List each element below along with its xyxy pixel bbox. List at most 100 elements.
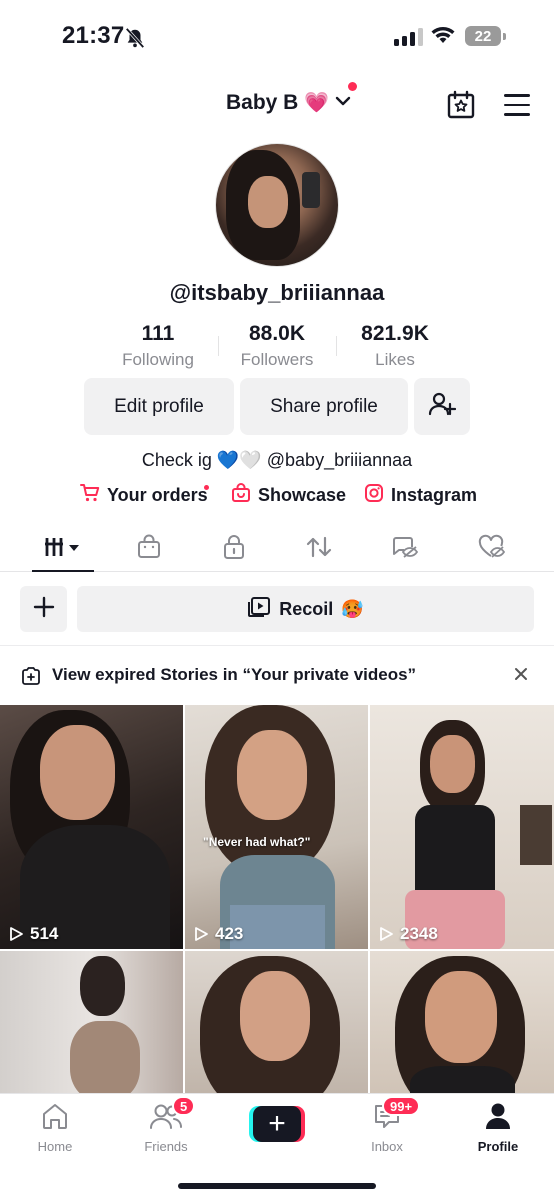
wifi-icon xyxy=(430,25,456,50)
video-grid: 514 "Never had what?" 423 2348 xyxy=(0,705,554,1095)
showcase-link[interactable]: Showcase xyxy=(231,483,346,508)
your-orders-link[interactable]: Your orders xyxy=(80,483,208,508)
home-icon xyxy=(40,1102,70,1135)
plus-icon: + xyxy=(253,1106,301,1142)
quick-actions-row: Recoil 🥵 xyxy=(0,586,554,632)
status-time: 21:37 xyxy=(62,22,125,49)
stat-label: Following xyxy=(122,350,194,369)
shop-bag-icon xyxy=(136,534,162,565)
playlist-icon xyxy=(247,596,271,623)
stat-likes[interactable]: 821.9K Likes xyxy=(340,322,450,370)
stat-value: 821.9K xyxy=(361,322,429,345)
account-name: Baby B xyxy=(226,90,299,114)
view-count: 423 xyxy=(193,924,243,944)
nav-home-label: Home xyxy=(37,1139,73,1154)
top-nav: Baby B 💗 xyxy=(0,78,554,130)
bell-off-icon xyxy=(124,27,146,54)
profile-actions: Edit profile Share profile xyxy=(0,378,554,435)
nav-home[interactable]: Home xyxy=(10,1102,100,1154)
orders-notification-dot xyxy=(204,485,209,490)
menu-icon[interactable] xyxy=(504,94,530,116)
battery-indicator: 22 xyxy=(465,26,501,46)
nav-profile-label: Profile xyxy=(477,1139,519,1154)
avatar[interactable] xyxy=(215,143,339,267)
video-thumbnail[interactable]: 514 xyxy=(0,705,183,949)
liked-heart-off-icon xyxy=(477,534,506,565)
profile-icon xyxy=(483,1102,513,1135)
add-user-icon xyxy=(428,390,457,424)
video-thumbnail[interactable] xyxy=(185,951,368,1095)
showcase-label: Showcase xyxy=(258,485,347,505)
tab-private[interactable] xyxy=(211,528,257,571)
share-profile-button[interactable]: Share profile xyxy=(240,378,408,435)
profile-links: Your orders Showcase Instagram xyxy=(0,483,554,509)
view-count-value: 514 xyxy=(30,924,59,943)
cellular-signal-icon xyxy=(394,26,423,46)
nav-friends[interactable]: Friends xyxy=(121,1102,211,1154)
close-icon[interactable] xyxy=(514,664,528,687)
recoil-label: Recoil xyxy=(279,598,334,619)
account-emoji: 💗 xyxy=(304,92,330,114)
tab-reposts[interactable] xyxy=(296,528,342,571)
tab-shop[interactable] xyxy=(126,528,172,571)
view-count: 514 xyxy=(8,924,58,944)
battery-tip xyxy=(503,33,506,40)
profile-bio: Check ig 💙🤍 @baby_briiiannaa xyxy=(0,450,554,471)
nav-friends-label: Friends xyxy=(144,1139,188,1154)
view-count: 2348 xyxy=(378,924,438,944)
add-button[interactable] xyxy=(20,586,67,632)
tab-liked[interactable] xyxy=(468,528,514,571)
status-bar: 21:37 22 xyxy=(0,0,554,70)
video-thumbnail[interactable]: "Never had what?" 423 xyxy=(185,705,368,949)
tab-tagged[interactable] xyxy=(381,528,427,571)
battery-level: 22 xyxy=(474,27,492,45)
stat-value: 111 xyxy=(141,322,175,345)
chevron-down-icon xyxy=(335,94,351,112)
plus-icon xyxy=(33,596,55,623)
your-orders-label: Your orders xyxy=(107,485,208,505)
video-thumbnail[interactable] xyxy=(0,951,183,1095)
white-heart-emoji: 🤍 xyxy=(239,450,262,471)
instagram-icon xyxy=(364,483,384,508)
bio-text: Check ig xyxy=(141,450,212,470)
hot-face-emoji: 🥵 xyxy=(341,598,364,619)
lock-icon xyxy=(221,534,247,565)
stat-followers[interactable]: 88.0K Followers xyxy=(222,322,332,370)
create-button[interactable]: + xyxy=(249,1106,305,1142)
stories-notice[interactable]: View expired Stories in “Your private vi… xyxy=(0,660,554,692)
tab-videos[interactable] xyxy=(32,528,94,572)
add-friend-button[interactable] xyxy=(414,378,470,435)
edit-profile-button[interactable]: Edit profile xyxy=(84,378,234,435)
divider xyxy=(0,645,554,646)
friends-badge: 5 xyxy=(172,1096,196,1116)
stat-value: 88.0K xyxy=(248,322,306,345)
home-indicator xyxy=(178,1183,376,1189)
cart-icon xyxy=(80,483,100,508)
video-caption: "Never had what?" xyxy=(203,835,311,849)
bio-handle[interactable]: @baby_briiiannaa xyxy=(267,450,412,470)
view-count-value: 2348 xyxy=(400,924,438,943)
blue-heart-emoji: 💙 xyxy=(216,450,240,470)
content-tabs xyxy=(0,528,554,572)
nav-inbox-label: Inbox xyxy=(371,1139,403,1154)
account-switcher[interactable]: Baby B 💗 xyxy=(226,90,351,115)
inbox-badge: 99+ xyxy=(382,1096,421,1116)
stat-label: Followers xyxy=(240,350,314,369)
stat-label: Likes xyxy=(375,350,415,369)
recoil-playlist-button[interactable]: Recoil 🥵 xyxy=(77,586,534,632)
story-add-icon xyxy=(21,666,41,691)
repost-icon xyxy=(305,534,333,565)
instagram-link[interactable]: Instagram xyxy=(364,483,477,508)
instagram-label: Instagram xyxy=(391,485,478,505)
shop-bag-icon xyxy=(231,483,251,508)
calendar-star-icon[interactable] xyxy=(446,90,476,125)
profile-stats: 111 Following 88.0K Followers 821.9K Lik… xyxy=(0,322,554,372)
nav-profile[interactable]: Profile xyxy=(453,1102,543,1154)
video-thumbnail[interactable] xyxy=(370,951,554,1095)
videos-grid-icon xyxy=(43,534,83,565)
video-thumbnail[interactable]: 2348 xyxy=(370,705,554,949)
stat-following[interactable]: 111 Following xyxy=(103,322,213,370)
notification-dot xyxy=(348,82,357,91)
profile-username: @itsbaby_briiiannaa xyxy=(169,280,385,305)
stories-notice-text: View expired Stories in “Your private vi… xyxy=(52,665,417,684)
